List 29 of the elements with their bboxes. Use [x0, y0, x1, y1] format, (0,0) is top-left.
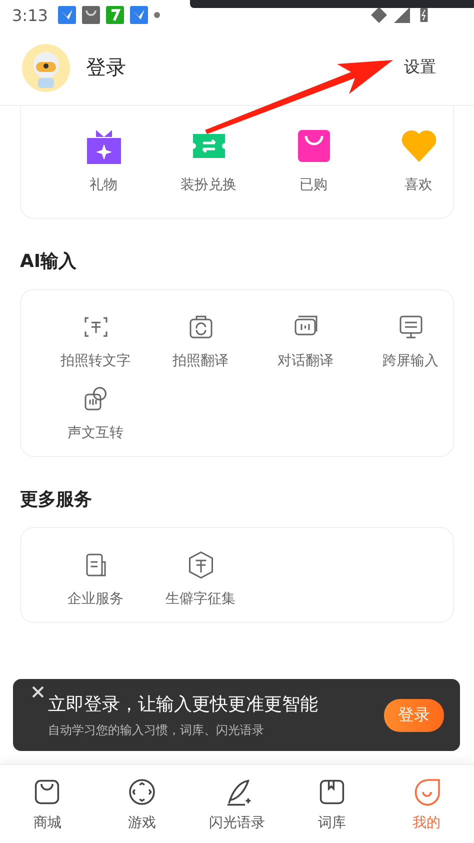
- service-item[interactable]: 拍照翻译: [172, 352, 228, 370]
- wifi-icon: [370, 6, 388, 24]
- nav-tab[interactable]: 词库: [284, 765, 380, 843]
- service-item[interactable]: 生僻字征集: [166, 590, 236, 608]
- nav-tab[interactable]: 游戏: [94, 765, 190, 843]
- nav-tab[interactable]: 闪光语录: [190, 765, 284, 843]
- bird-app-icon: [130, 6, 148, 24]
- banner-subtitle: 自动学习您的输入习惯，词库、闪光语录: [48, 722, 265, 738]
- status-time: 3:13: [12, 6, 48, 24]
- section-title: AI输入: [20, 250, 78, 273]
- shortcut-item[interactable]: 已购: [300, 176, 328, 194]
- shortcut-item[interactable]: 装扮兑换: [180, 176, 236, 194]
- bag-app-icon: [82, 6, 100, 24]
- service-item[interactable]: 跨屏输入: [382, 352, 438, 370]
- service-item[interactable]: 声文互转: [68, 424, 124, 442]
- section-title: 更多服务: [20, 488, 93, 511]
- banner-title: 立即登录，让输入更快更准更智能: [48, 692, 318, 716]
- shortcut-item[interactable]: 喜欢: [404, 176, 432, 194]
- shortcut-item[interactable]: 礼物: [90, 176, 118, 194]
- bird-app-icon: [58, 6, 76, 24]
- settings-link[interactable]: 设置: [404, 57, 436, 78]
- close-icon[interactable]: [31, 685, 45, 699]
- service-item[interactable]: 对话翻译: [278, 352, 334, 370]
- seven-app-icon: [106, 6, 124, 24]
- login-link[interactable]: 登录: [86, 54, 126, 81]
- nav-tab[interactable]: 商城: [0, 765, 95, 843]
- service-item[interactable]: 拍照转文字: [60, 352, 130, 370]
- dot-icon: [154, 12, 160, 18]
- service-item[interactable]: 企业服务: [68, 590, 124, 608]
